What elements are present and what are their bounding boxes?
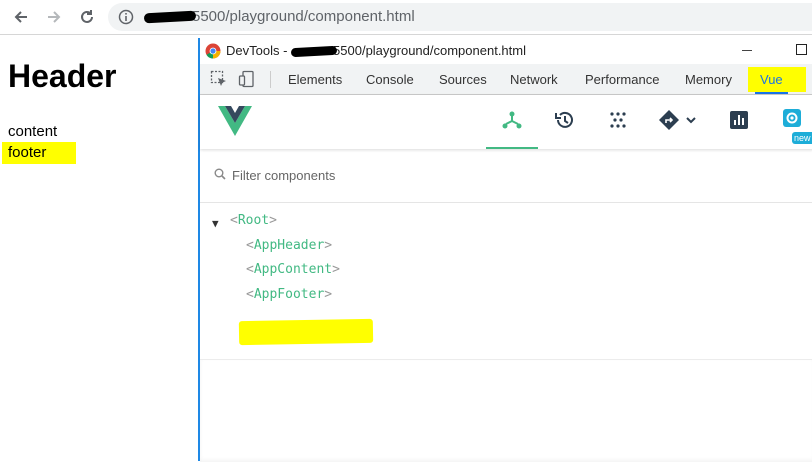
page-footer-text: footer [8,144,47,161]
reload-button[interactable] [76,6,98,28]
reload-icon [81,10,93,23]
toolbar-separator [270,71,271,88]
appfooter-highlight [238,318,374,346]
tab-sources[interactable]: Sources [439,72,487,87]
tree-node-appfooter[interactable]: <AppFooter> [246,287,332,302]
redacted-host [143,10,197,24]
info-icon[interactable] [118,9,134,25]
tree-node-label: AppHeader [253,238,325,253]
gear-icon [786,112,798,124]
tree-node-appcontent[interactable]: <AppContent> [246,262,340,277]
arrow-right-icon [48,11,61,23]
tree-node-root[interactable]: <Root> [230,213,277,228]
page-content-text: content [8,123,58,140]
settings-icon[interactable] [783,109,801,127]
devtools-tabbar: Elements Console Sources Network Perform… [200,64,812,95]
devtools-title-prefix: DevTools - [226,43,292,58]
collapse-triangle-icon[interactable]: ▼ [212,217,219,230]
tab-vue[interactable]: Vue [760,72,783,87]
tab-console[interactable]: Console [366,72,414,87]
chevron-down-icon [686,117,696,124]
device-toggle-icon[interactable] [238,70,256,88]
devtools-title-url: 5500/playground/component.html [333,43,526,58]
back-button[interactable] [10,6,32,28]
tab-elements[interactable]: Elements [288,72,342,87]
vue-devtools-toolbar: new [200,95,812,149]
search-icon [214,168,226,180]
forward-button[interactable] [43,6,65,28]
tab-vue-underline [755,92,788,94]
devtools-window: DevTools - 5500/playground/component.htm… [198,38,812,462]
router-icon[interactable] [658,109,700,131]
components-icon[interactable] [501,109,523,131]
tab-memory[interactable]: Memory [685,72,732,87]
tab-performance[interactable]: Performance [585,72,659,87]
browser-toolbar: 5500/playground/component.html [0,0,812,35]
chrome-logo-icon [205,43,221,59]
inspect-icon[interactable] [210,70,228,88]
new-badge: new [792,132,812,144]
performance-icon[interactable] [728,109,750,131]
minimize-button[interactable] [742,50,752,51]
tree-node-appheader[interactable]: <AppHeader> [246,238,332,253]
vuex-icon[interactable] [607,109,629,131]
url-path: 5500/playground/component.html [192,8,415,25]
devtools-title: DevTools - 5500/playground/component.htm… [226,43,526,58]
component-tree: ▼ <Root> <AppHeader> <AppContent> <AppFo… [200,202,812,362]
tree-node-label: Root [237,213,270,228]
tree-node-label: AppFooter [253,287,325,302]
arrow-left-icon [14,11,27,23]
inspector-pane [200,359,812,462]
url-text: 5500/playground/component.html [143,8,415,25]
address-bar[interactable]: 5500/playground/component.html [108,3,812,31]
filter-bar [200,149,812,203]
history-icon[interactable] [554,109,576,131]
maximize-button[interactable] [796,44,807,55]
vue-logo-icon [218,106,252,136]
page-footer-highlight: footer [2,142,76,164]
tab-network[interactable]: Network [510,72,558,87]
tree-node-label: AppContent [253,262,333,277]
filter-components-input[interactable] [232,165,532,185]
devtools-titlebar: DevTools - 5500/playground/component.htm… [200,38,812,64]
redacted-host [290,45,338,58]
page-heading: Header [8,58,117,94]
